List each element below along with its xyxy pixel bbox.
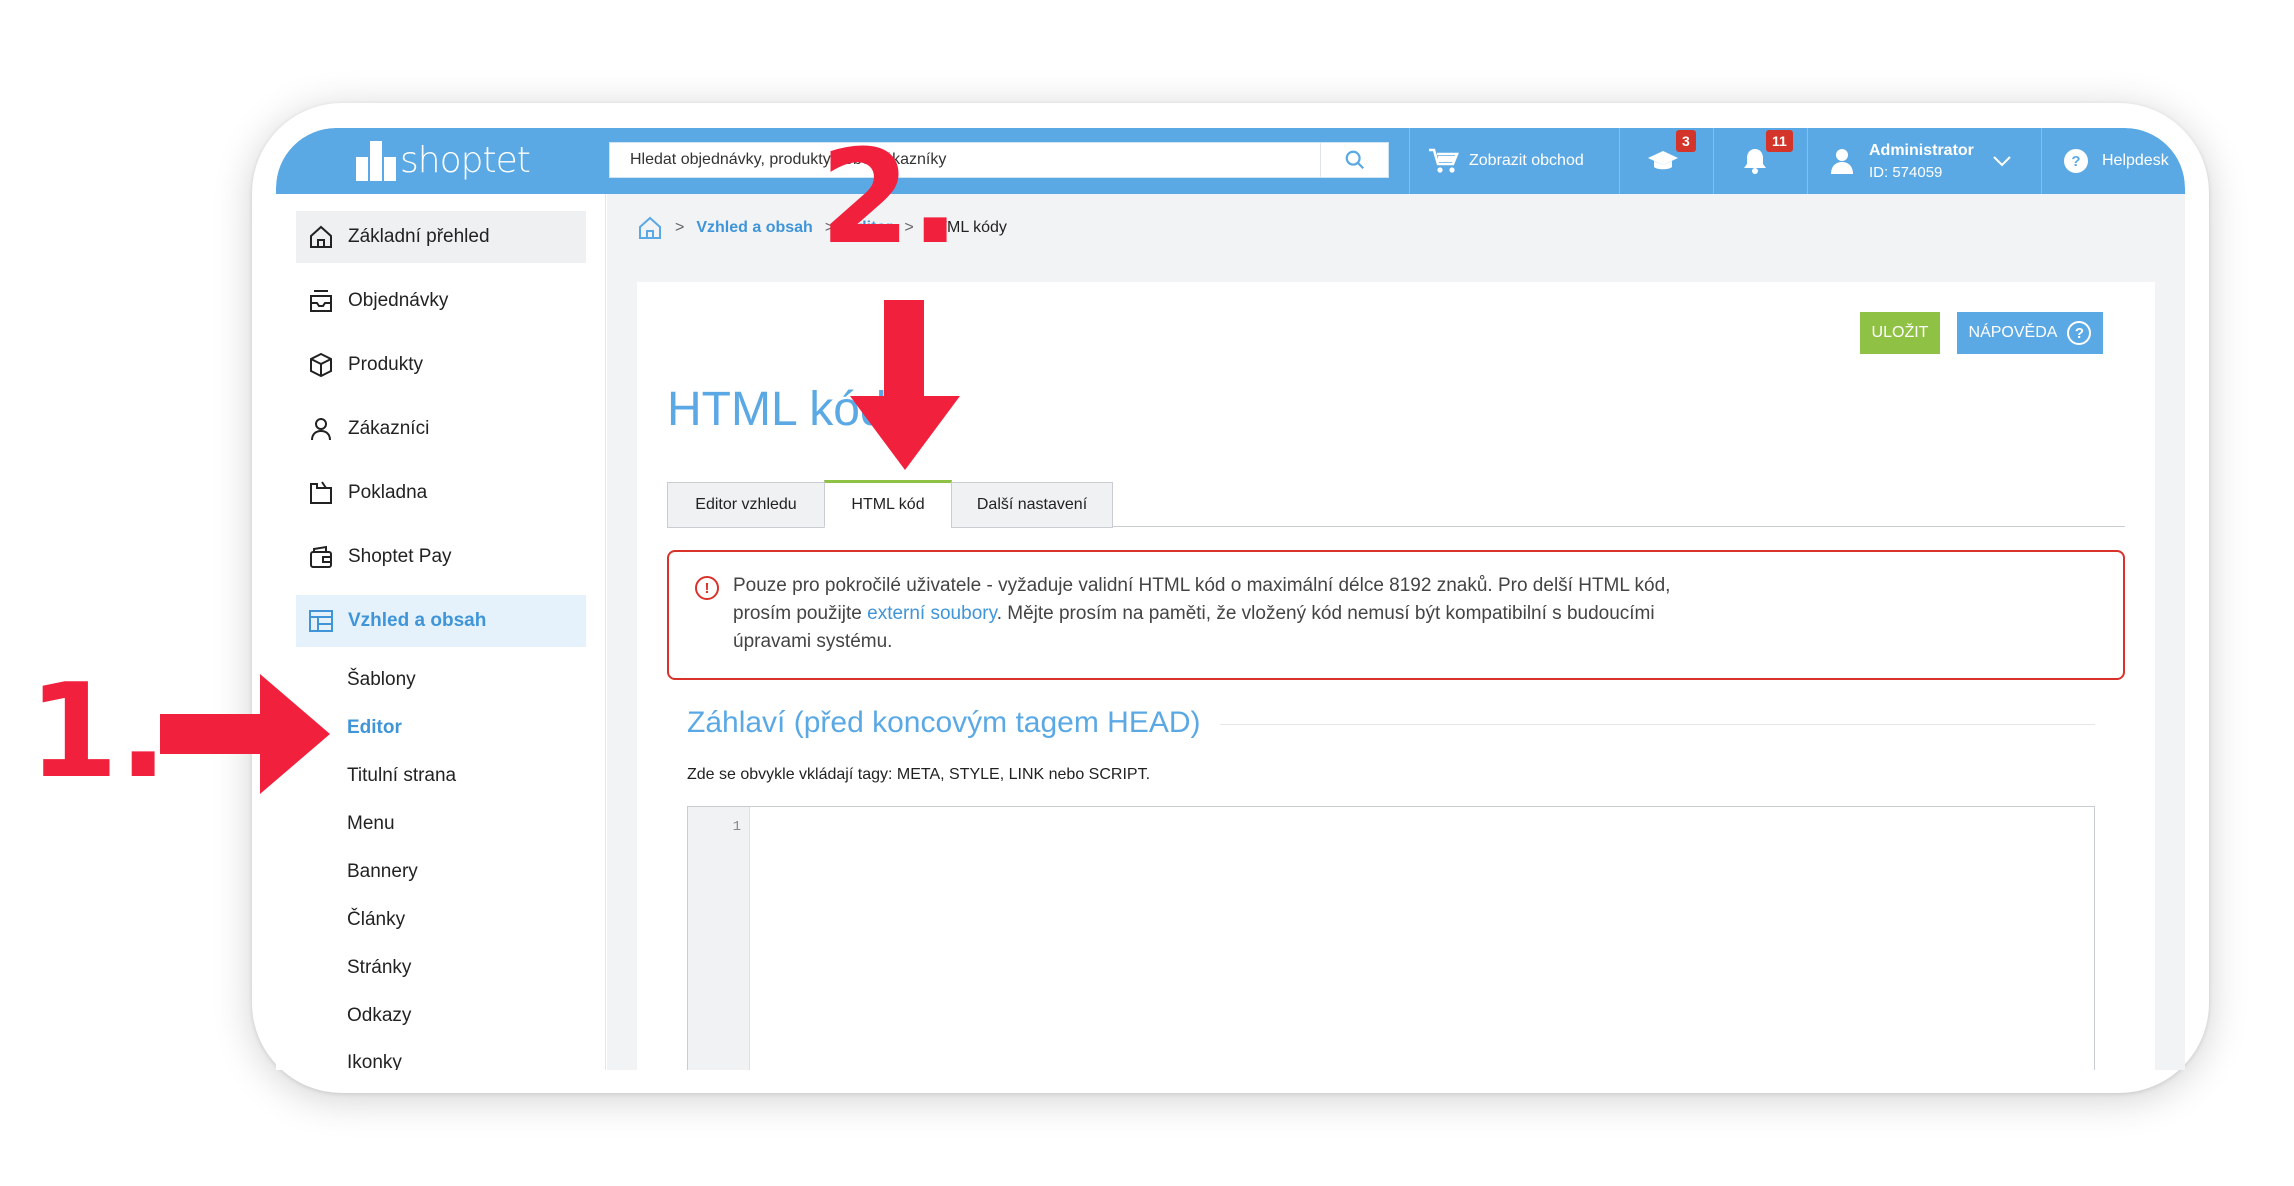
search-bar (609, 142, 1389, 178)
sidebar-item-overview[interactable]: Základní přehled (296, 211, 586, 263)
helpdesk-button[interactable]: ? Helpdesk (2064, 128, 2169, 194)
sidebar-subitem-links[interactable]: Odkazy (347, 1005, 411, 1027)
admin-menu[interactable]: Administrator ID: 574059 (1831, 128, 2012, 194)
tab-bar: Editor vzhledu HTML kód Další nastavení (667, 480, 2125, 528)
view-store-label: Zobrazit obchod (1469, 152, 1584, 169)
search-button[interactable] (1320, 143, 1388, 177)
sidebar-subitem-icons[interactable]: Ikonky (347, 1052, 402, 1070)
sidebar-item-customers[interactable]: Zákazníci (296, 403, 586, 455)
code-editor[interactable]: 1 (687, 806, 2095, 1070)
alert-message: Pouze pro pokročilé uživatele - vyžaduje… (733, 572, 1683, 656)
section-divider (1220, 724, 2095, 725)
chevron-down-icon (1993, 156, 2011, 167)
sidebar-subitem-pages[interactable]: Stránky (347, 957, 411, 979)
layout-icon (309, 610, 333, 632)
notifications-badge: 11 (1766, 130, 1793, 152)
app-screen: shoptet Zobrazit obchod 3 11 Admin (276, 128, 2185, 1070)
warning-alert: ! Pouze pro pokročilé uživatele - vyžadu… (667, 550, 2125, 680)
help-button[interactable]: NÁPOVĚDA ? (1957, 312, 2103, 354)
cart-icon (1429, 148, 1459, 173)
topbar-divider (1713, 128, 1714, 194)
sidebar-item-orders[interactable]: Objednávky (296, 275, 586, 327)
logo[interactable]: shoptet (356, 140, 531, 181)
topbar-divider (1619, 128, 1620, 194)
sidebar-item-label: Pokladna (348, 482, 428, 503)
sidebar-item-label: Shoptet Pay (348, 546, 452, 567)
sidebar-item-label: Produkty (348, 354, 423, 375)
tab-appearance-editor[interactable]: Editor vzhledu (667, 482, 825, 528)
search-icon (1345, 150, 1364, 170)
graduation-cap-icon (1648, 151, 1678, 170)
breadcrumb-separator: > (675, 219, 685, 236)
sidebar-item-appearance[interactable]: Vzhled a obsah (296, 595, 586, 647)
logo-mark-icon (356, 140, 396, 181)
line-gutter: 1 (688, 807, 750, 1070)
home-icon (310, 225, 332, 248)
arrow-down-icon (850, 300, 960, 470)
user-icon (311, 418, 331, 441)
sidebar-item-shoptet-pay[interactable]: Shoptet Pay (296, 531, 586, 583)
help-icon: ? (2064, 149, 2088, 173)
search-input[interactable] (610, 143, 1320, 177)
help-button-label: NÁPOVĚDA (1968, 324, 2058, 341)
alert-icon: ! (695, 576, 719, 600)
svg-text:?: ? (2071, 153, 2080, 170)
admin-id: ID: 574059 (1869, 163, 1943, 181)
inbox-icon (310, 290, 332, 312)
arrow-right-icon (160, 674, 330, 794)
sidebar: Základní přehled Objednávky Produkty Zák… (276, 194, 606, 1070)
sidebar-subitem-editor[interactable]: Editor (347, 717, 402, 739)
breadcrumb-parent-link[interactable]: Vzhled a obsah (696, 219, 812, 237)
main-content: > Vzhled a obsah > Editor > HTML kódy UL… (607, 194, 2185, 1070)
topbar-divider (1409, 128, 1410, 194)
bell-icon (1744, 149, 1766, 174)
sidebar-subitem-articles[interactable]: Články (347, 909, 405, 931)
save-button[interactable]: ULOŽIT (1860, 312, 1940, 354)
sidebar-item-label: Objednávky (348, 290, 449, 311)
sidebar-item-products[interactable]: Produkty (296, 339, 586, 391)
home-icon[interactable] (637, 216, 663, 240)
sidebar-subitem-templates[interactable]: Šablony (347, 669, 416, 691)
save-button-label: ULOŽIT (1871, 324, 1929, 341)
user-icon (1831, 149, 1853, 174)
logo-text: shoptet (400, 140, 531, 181)
sidebar-subitem-menu[interactable]: Menu (347, 813, 395, 835)
admin-name: Administrator (1869, 141, 1974, 159)
helpdesk-label: Helpdesk (2102, 152, 2169, 169)
register-icon (310, 481, 332, 504)
annotation-step-1: 1. (28, 655, 168, 807)
notifications-button[interactable]: 11 (1742, 128, 1793, 194)
sidebar-item-label: Zákazníci (348, 418, 430, 439)
tab-html-code[interactable]: HTML kód (824, 480, 952, 527)
wallet-icon (310, 545, 332, 568)
sidebar-subitem-homepage[interactable]: Titulní strana (347, 765, 456, 787)
sidebar-item-label: Vzhled a obsah (348, 610, 487, 631)
academy-badge: 3 (1676, 130, 1696, 152)
annotation-step-2: 2. (820, 121, 960, 273)
topbar-divider (1807, 128, 1808, 194)
section-description: Zde se obvykle vkládají tagy: META, STYL… (687, 766, 1151, 783)
line-number: 1 (732, 819, 741, 835)
external-files-link[interactable]: externí soubory (867, 603, 997, 624)
top-bar: shoptet Zobrazit obchod 3 11 Admin (276, 128, 2185, 194)
topbar-divider (2041, 128, 2042, 194)
sidebar-subitem-banners[interactable]: Bannery (347, 861, 418, 883)
sidebar-item-label: Základní přehled (348, 226, 490, 247)
academy-button[interactable]: 3 (1648, 128, 1698, 194)
tab-other-settings[interactable]: Další nastavení (951, 482, 1113, 528)
section-title: Záhlaví (před koncovým tagem HEAD) (687, 706, 1201, 739)
view-store-button[interactable]: Zobrazit obchod (1429, 128, 1584, 194)
sidebar-item-pos[interactable]: Pokladna (296, 467, 586, 519)
question-icon: ? (2067, 321, 2092, 345)
box-icon (310, 352, 332, 378)
